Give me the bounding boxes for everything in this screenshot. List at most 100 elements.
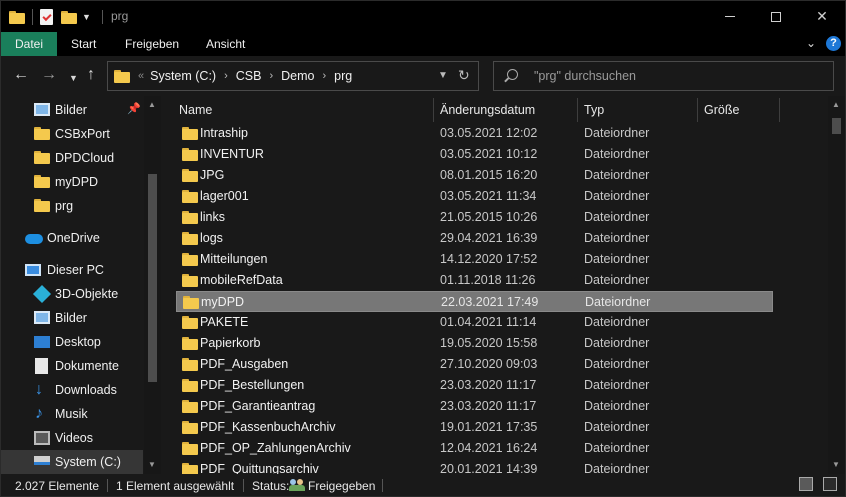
up-arrow-icon[interactable]: ↑: [87, 66, 95, 84]
minimize-button[interactable]: [707, 1, 753, 32]
column-divider[interactable]: [433, 98, 434, 122]
file-date: 08.01.2015 16:20: [440, 168, 538, 182]
file-list-scrollbar[interactable]: ▲ ▼: [828, 96, 845, 474]
properties-icon[interactable]: [40, 9, 53, 25]
breadcrumb-system-c[interactable]: System (C:): [150, 69, 216, 83]
sidebar-item-dieser-pc[interactable]: Dieser PC: [1, 258, 141, 282]
sidebar-item-system-c[interactable]: System (C:): [1, 450, 143, 474]
column-size[interactable]: Größe: [704, 96, 739, 122]
tab-start[interactable]: Start: [58, 32, 109, 56]
sidebar-item-onedrive[interactable]: OneDrive: [1, 226, 141, 250]
folder-icon: [182, 127, 198, 140]
maximize-button[interactable]: [753, 1, 799, 32]
table-row[interactable]: Papierkorb 19.05.2020 15:58 Dateiordner: [176, 333, 773, 354]
expand-ribbon-icon[interactable]: ⌄: [806, 36, 816, 50]
new-folder-icon[interactable]: [61, 10, 77, 24]
column-name[interactable]: Name: [179, 96, 212, 122]
large-icons-view-icon[interactable]: [823, 477, 837, 491]
column-divider[interactable]: [697, 98, 698, 122]
table-row[interactable]: logs 29.04.2021 16:39 Dateiordner: [176, 228, 773, 249]
table-row[interactable]: PAKETE 01.04.2021 11:14 Dateiordner: [176, 312, 773, 333]
table-row[interactable]: Intraship 03.05.2021 12:02 Dateiordner: [176, 123, 773, 144]
address-dropdown-icon[interactable]: ▼: [438, 70, 448, 81]
table-row[interactable]: INVENTUR 03.05.2021 10:12 Dateiordner: [176, 144, 773, 165]
chevron-right-icon[interactable]: ›: [224, 70, 228, 82]
help-icon[interactable]: ?: [826, 36, 841, 51]
breadcrumb-csb[interactable]: CSB: [236, 69, 262, 83]
table-row[interactable]: PDF_Ausgaben 27.10.2020 09:03 Dateiordner: [176, 354, 773, 375]
table-row[interactable]: mobileRefData 01.11.2018 11:26 Dateiordner: [176, 270, 773, 291]
customize-toolbar-icon[interactable]: ▼: [82, 12, 91, 22]
scroll-down-icon[interactable]: ▼: [148, 460, 156, 469]
file-type: Dateiordner: [584, 420, 650, 434]
column-date[interactable]: Änderungsdatum: [440, 96, 535, 122]
file-type: Dateiordner: [584, 399, 650, 413]
file-list-scroll-thumb[interactable]: [832, 118, 841, 134]
sidebar-item-label: CSBxPort: [55, 127, 110, 141]
tab-datei[interactable]: Datei: [1, 32, 57, 56]
scroll-down-icon[interactable]: ▼: [832, 460, 840, 469]
quick-access-toolbar: ▼: [9, 7, 91, 27]
sidebar-scroll-thumb[interactable]: [148, 174, 157, 382]
pictures-icon: [34, 103, 50, 116]
file-date: 23.03.2020 11:17: [440, 399, 537, 413]
sidebar-scrollbar[interactable]: ▲ ▼: [144, 96, 161, 474]
column-type[interactable]: Typ: [584, 96, 604, 122]
column-divider[interactable]: [779, 98, 780, 122]
breadcrumb-prg[interactable]: prg: [334, 69, 352, 83]
title-bar: ▼ prg ✕: [1, 1, 845, 32]
breadcrumb-overflow[interactable]: «: [138, 70, 144, 82]
table-row[interactable]: Mitteilungen 14.12.2020 17:52 Dateiordner: [176, 249, 773, 270]
chevron-right-icon[interactable]: ›: [269, 70, 273, 82]
folder-icon: [114, 69, 130, 83]
table-row[interactable]: PDF_OP_ZahlungenArchiv 12.04.2021 16:24 Da…: [176, 438, 773, 459]
folder-icon: [182, 463, 198, 474]
file-name: links: [200, 210, 226, 224]
details-view-icon[interactable]: [799, 477, 813, 491]
file-date: 19.01.2021 17:35: [440, 420, 538, 434]
address-bar[interactable]: « System (C:) › CSB › Demo › prg ▼ ↻: [107, 61, 479, 91]
sidebar-item-label: myDPD: [55, 175, 99, 189]
tab-freigeben[interactable]: Freigeben: [112, 32, 192, 56]
breadcrumb-demo[interactable]: Demo: [281, 69, 314, 83]
table-row[interactable]: myDPD 22.03.2021 17:49 Dateiordner: [176, 291, 773, 312]
sidebar-item-bilder-pinned[interactable]: Bilder 📌: [1, 98, 141, 122]
sidebar-item-3d-objekte[interactable]: 3D-Objekte: [1, 282, 141, 306]
file-name: mobileRefData: [200, 273, 283, 287]
sidebar-item-csbxport[interactable]: CSBxPort: [1, 122, 141, 146]
back-arrow-icon[interactable]: ←: [13, 66, 29, 84]
chevron-right-icon[interactable]: ›: [323, 70, 327, 82]
table-row[interactable]: PDF_Bestellungen 23.03.2020 11:17 Dateiord…: [176, 375, 773, 396]
sidebar-item-dpdcloud[interactable]: DPDCloud: [1, 146, 141, 170]
refresh-icon[interactable]: ↻: [458, 67, 470, 84]
tab-ansicht[interactable]: Ansicht: [193, 32, 258, 56]
file-type: Dateiordner: [584, 231, 650, 245]
scroll-up-icon[interactable]: ▲: [148, 100, 156, 109]
sidebar-item-videos[interactable]: Videos: [1, 426, 141, 450]
search-icon: [507, 69, 518, 80]
table-row[interactable]: links 21.05.2015 10:26 Dateiordner: [176, 207, 773, 228]
table-row[interactable]: PDF_KassenbuchArchiv 19.01.2021 17:35 Date…: [176, 417, 773, 438]
scroll-up-icon[interactable]: ▲: [832, 100, 840, 109]
sidebar-item-downloads[interactable]: ↓ Downloads: [1, 378, 141, 402]
forward-arrow-icon[interactable]: →: [41, 66, 57, 84]
sidebar-item-mydpd[interactable]: myDPD: [1, 170, 141, 194]
table-row[interactable]: lager001 03.05.2021 11:34 Dateiordner: [176, 186, 773, 207]
recent-locations-icon[interactable]: ▼: [69, 69, 78, 87]
column-divider[interactable]: [577, 98, 578, 122]
file-name: Intraship: [200, 126, 248, 140]
share-status-label: Status:: [252, 479, 290, 493]
pin-icon[interactable]: 📌: [127, 102, 141, 115]
sidebar-item-bilder[interactable]: Bilder: [1, 306, 141, 330]
sidebar-item-dokumente[interactable]: Dokumente: [1, 354, 141, 378]
close-button[interactable]: ✕: [799, 1, 845, 32]
table-row[interactable]: PDF_Garantieantrag 23.03.2020 11:17 Dateio…: [176, 396, 773, 417]
folder-icon: [34, 199, 50, 215]
sidebar-item-musik[interactable]: ♪ Musik: [1, 402, 141, 426]
sidebar-item-desktop[interactable]: Desktop: [1, 330, 141, 354]
sidebar-item-prg[interactable]: prg: [1, 194, 141, 218]
table-row[interactable]: JPG 08.01.2015 16:20 Dateiordner: [176, 165, 773, 186]
table-row[interactable]: PDF_Quittungsarchiv 20.01.2021 14:39 Datei…: [176, 459, 773, 474]
search-box[interactable]: [493, 61, 834, 91]
search-input[interactable]: [534, 67, 824, 85]
